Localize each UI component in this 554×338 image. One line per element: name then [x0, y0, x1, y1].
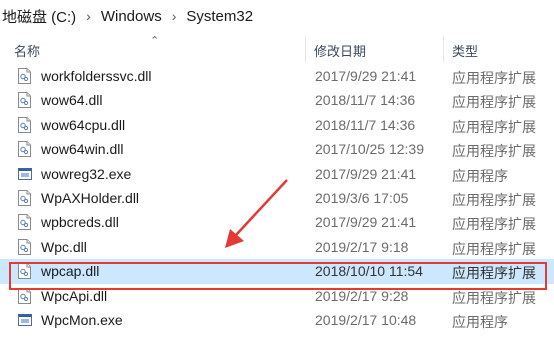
dll-file-icon [18, 189, 31, 206]
file-row[interactable]: wpbcreds.dll 2017/9/29 21:41 应用程序扩展 [0, 210, 554, 234]
file-name: wow64.dll [41, 92, 103, 109]
sort-ascending-icon: ⌃ [150, 35, 160, 47]
file-date: 2017/9/29 21:41 [315, 68, 417, 84]
file-list: workfolderssvc.dll 2017/9/29 21:41 应用程序扩展 w… [0, 64, 554, 332]
breadcrumb: 地磁盘 (C:) › Windows › System32 [0, 0, 554, 32]
file-type: 应用程序扩展 [452, 143, 536, 160]
file-type: 应用程序 [452, 167, 508, 184]
dll-file-icon [18, 68, 31, 84]
column-header-row: 名称 ⌃ 修改日期 类型 [0, 34, 554, 64]
breadcrumb-item-system32[interactable]: System32 [182, 8, 257, 25]
breadcrumb-item-windows[interactable]: Windows [97, 8, 166, 25]
file-type: 应用程序扩展 [452, 94, 536, 111]
file-name: WpAXHolder.dll [41, 189, 140, 206]
file-type: 应用程序扩展 [452, 216, 536, 233]
column-divider[interactable] [443, 36, 444, 62]
column-header-type[interactable]: 类型 [452, 41, 478, 60]
file-name: workfolderssvc.dll [41, 68, 152, 84]
file-date: 2019/2/17 9:18 [315, 238, 409, 255]
file-date: 2018/11/7 14:36 [315, 92, 416, 109]
column-header-name[interactable]: 名称 [14, 41, 40, 60]
file-name: Wpc.dll [41, 238, 87, 255]
file-name: wpbcreds.dll [41, 214, 119, 231]
file-date: 2018/11/7 14:36 [315, 116, 416, 133]
file-row[interactable]: WpcApi.dll 2019/2/17 9:28 应用程序扩展 [0, 284, 554, 308]
file-type: 应用程序扩展 [452, 70, 536, 86]
dll-file-icon [18, 263, 31, 280]
file-type: 应用程序扩展 [452, 240, 536, 257]
file-row[interactable]: WpcMon.exe 2019/2/17 10:48 应用程序 [0, 308, 554, 332]
dll-file-icon [18, 287, 31, 304]
dll-file-icon [18, 238, 31, 255]
file-row-selected[interactable]: wpcap.dll 2018/10/10 11:54 应用程序扩展 [0, 259, 554, 284]
file-name: WpcMon.exe [41, 311, 123, 328]
breadcrumb-separator-icon[interactable]: › [80, 8, 97, 24]
file-row[interactable]: workfolderssvc.dll 2017/9/29 21:41 应用程序扩展 [0, 64, 554, 88]
file-type: 应用程序扩展 [452, 265, 536, 282]
file-date: 2017/9/29 21:41 [315, 165, 417, 182]
file-type: 应用程序扩展 [452, 191, 536, 208]
file-name: wow64cpu.dll [41, 116, 126, 133]
dll-file-icon [18, 141, 31, 158]
file-type: 应用程序扩展 [452, 289, 536, 306]
file-date: 2019/2/17 10:48 [315, 311, 417, 328]
file-date: 2019/3/6 17:05 [315, 189, 409, 206]
exe-file-icon [18, 167, 32, 183]
breadcrumb-item-drive[interactable]: 地磁盘 (C:) [0, 6, 80, 27]
file-date: 2017/10/25 12:39 [315, 141, 424, 158]
file-name: WpcApi.dll [41, 287, 108, 304]
dll-file-icon [18, 92, 31, 109]
file-name: wpcap.dll [41, 263, 100, 280]
exe-file-icon [18, 313, 32, 329]
breadcrumb-separator-icon[interactable]: › [166, 8, 183, 24]
file-type: 应用程序扩展 [452, 118, 536, 135]
file-name: wowreg32.exe [41, 165, 132, 182]
column-divider[interactable] [305, 36, 306, 62]
column-header-date[interactable]: 修改日期 [314, 41, 366, 60]
file-date: 2017/9/29 21:41 [315, 214, 417, 231]
file-row[interactable]: wowreg32.exe 2017/9/29 21:41 应用程序 [0, 162, 554, 186]
dll-file-icon [18, 116, 31, 133]
file-date: 2019/2/17 9:28 [315, 287, 409, 304]
file-row[interactable]: WpAXHolder.dll 2019/3/6 17:05 应用程序扩展 [0, 186, 554, 210]
file-row[interactable]: Wpc.dll 2019/2/17 9:18 应用程序扩展 [0, 235, 554, 259]
dll-file-icon [18, 214, 31, 231]
file-row[interactable]: wow64win.dll 2017/10/25 12:39 应用程序扩展 [0, 137, 554, 161]
file-date: 2018/10/10 11:54 [315, 263, 423, 280]
file-name: wow64win.dll [41, 141, 124, 158]
file-row[interactable]: wow64.dll 2018/11/7 14:36 应用程序扩展 [0, 88, 554, 112]
file-row[interactable]: wow64cpu.dll 2018/11/7 14:36 应用程序扩展 [0, 113, 554, 137]
file-type: 应用程序 [452, 313, 508, 330]
